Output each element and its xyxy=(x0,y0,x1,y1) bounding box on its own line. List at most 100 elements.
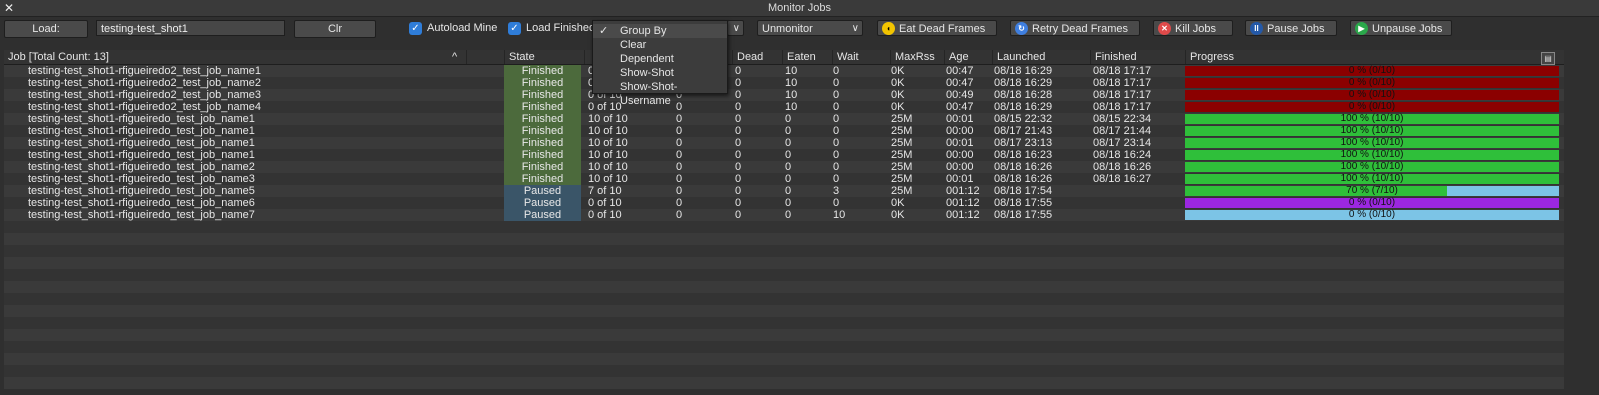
empty-table-row xyxy=(4,269,1564,281)
table-row[interactable]: testing-test_shot1-rfigueiredo_test_job_… xyxy=(4,173,1564,185)
job-done-cell: 10 of 10 xyxy=(588,173,628,185)
table-row[interactable]: testing-test_shot1-rfigueiredo_test_job_… xyxy=(4,197,1564,209)
job-name-cell: testing-test_shot1-rfigueiredo2_test_job… xyxy=(28,101,261,113)
job-eaten-cell: 0 xyxy=(785,113,792,125)
load-finished-checkbox[interactable]: ✓ xyxy=(508,22,521,35)
job-wait-cell: 10 xyxy=(833,209,846,221)
column-header-eaten[interactable]: Eaten xyxy=(782,50,832,64)
job-maxrss-cell: 25M xyxy=(891,113,913,125)
kill-jobs-button[interactable]: ✕ Kill Jobs xyxy=(1153,20,1233,36)
dropdown-item-show-shot-username[interactable]: Show-Shot-Username xyxy=(593,80,727,107)
job-name-cell: testing-test_shot1-rfigueiredo_test_job_… xyxy=(28,113,255,125)
column-header-wait[interactable]: Wait xyxy=(832,50,890,64)
pause-jobs-button[interactable]: II Pause Jobs xyxy=(1245,20,1337,36)
column-header-state[interactable]: State xyxy=(504,50,584,64)
column-header-finished-label: Finished xyxy=(1095,51,1137,63)
table-row[interactable]: testing-test_shot1-rfigueiredo_test_job_… xyxy=(4,185,1564,197)
table-row[interactable]: testing-test_shot1-rfigueiredo2_test_job… xyxy=(4,77,1564,89)
unmonitor-combo[interactable]: Unmonitor ∨ xyxy=(757,20,863,36)
empty-table-row xyxy=(4,329,1564,341)
job-progress-bar: 0 % (0/10) xyxy=(1185,198,1559,208)
job-done-cell: 10 of 10 xyxy=(588,161,628,173)
job-maxrss-cell: 0K xyxy=(891,77,905,89)
job-launched-cell: 08/18 16:29 xyxy=(994,101,1053,113)
unpause-jobs-label: Unpause Jobs xyxy=(1372,23,1443,35)
table-row[interactable]: testing-test_shot1-rfigueiredo_test_job_… xyxy=(4,149,1564,161)
job-wait-cell: 0 xyxy=(833,125,840,137)
column-header-job-label: Job [Total Count: 13] xyxy=(8,51,109,63)
job-eaten-cell: 10 xyxy=(785,101,798,113)
table-row[interactable]: testing-test_shot1-rfigueiredo_test_job_… xyxy=(4,209,1564,221)
job-maxrss-cell: 0K xyxy=(891,101,905,113)
column-header-job[interactable]: Job [Total Count: 13] ^ xyxy=(4,50,466,64)
job-wait-cell: 0 xyxy=(833,65,840,77)
dropdown-item-show-shot[interactable]: Show-Shot xyxy=(593,66,727,80)
dropdown-item-group-by[interactable]: ✓ Group By xyxy=(593,24,727,38)
job-wait-cell: 0 xyxy=(833,89,840,101)
dropdown-item-clear[interactable]: Clear xyxy=(593,38,727,52)
job-state-badge: Finished xyxy=(504,113,581,125)
job-dead-cell: 0 xyxy=(735,101,742,113)
job-age-cell: 00:01 xyxy=(946,173,974,185)
table-row[interactable]: testing-test_shot1-rfigueiredo_test_job_… xyxy=(4,125,1564,137)
job-maxrss-cell: 0K xyxy=(891,209,905,221)
unpause-jobs-button[interactable]: ▶ Unpause Jobs xyxy=(1350,20,1452,36)
job-search-input[interactable]: testing-test_shot1 xyxy=(96,20,285,36)
job-age-cell: 001:12 xyxy=(946,197,980,209)
job-state-badge: Finished xyxy=(504,65,581,77)
empty-table-row xyxy=(4,293,1564,305)
job-age-cell: 00:47 xyxy=(946,65,974,77)
column-header-dead[interactable]: Dead xyxy=(732,50,782,64)
job-maxrss-cell: 25M xyxy=(891,125,913,137)
column-header-maxrss[interactable]: MaxRss xyxy=(890,50,944,64)
table-row[interactable]: testing-test_shot1-rfigueiredo_test_job_… xyxy=(4,137,1564,149)
column-header-launched[interactable]: Launched xyxy=(992,50,1090,64)
column-header-age[interactable]: Age xyxy=(944,50,992,64)
column-header-eaten-label: Eaten xyxy=(787,51,816,63)
job-done-cell: 0 of 10 xyxy=(588,197,622,209)
job-progress-text: 100 % (10/10) xyxy=(1340,149,1404,160)
job-running-cell: 0 xyxy=(676,185,683,197)
job-launched-cell: 08/18 16:26 xyxy=(994,173,1053,185)
job-finished-cell: 08/18 16:26 xyxy=(1093,161,1152,173)
retry-dead-frames-button[interactable]: ↻ Retry Dead Frames xyxy=(1010,20,1140,36)
close-icon[interactable]: ✕ xyxy=(4,0,14,16)
unmonitor-label: Unmonitor xyxy=(762,23,813,35)
table-row[interactable]: testing-test_shot1-rfigueiredo2_test_job… xyxy=(4,101,1564,113)
column-header-progress[interactable]: Progress xyxy=(1185,50,1564,64)
job-dead-cell: 0 xyxy=(735,197,742,209)
column-settings-icon[interactable]: ▤ xyxy=(1541,52,1555,65)
job-finished-cell: 08/15 22:34 xyxy=(1093,113,1152,125)
table-row[interactable]: testing-test_shot1-rfigueiredo2_test_job… xyxy=(4,65,1564,77)
clear-button[interactable]: Clr xyxy=(294,20,376,38)
job-wait-cell: 0 xyxy=(833,149,840,161)
table-row[interactable]: testing-test_shot1-rfigueiredo2_test_job… xyxy=(4,89,1564,101)
table-row[interactable]: testing-test_shot1-rfigueiredo_test_job_… xyxy=(4,161,1564,173)
job-maxrss-cell: 0K xyxy=(891,65,905,77)
eat-dead-frames-button[interactable]: ◖ Eat Dead Frames xyxy=(877,20,997,36)
job-progress-text: 100 % (10/10) xyxy=(1340,137,1404,148)
dropdown-item-label: Group By xyxy=(620,25,667,37)
job-launched-cell: 08/18 16:28 xyxy=(994,89,1053,101)
job-finished-cell: 08/17 21:44 xyxy=(1093,125,1152,137)
column-header-blank[interactable] xyxy=(466,50,486,64)
job-dead-cell: 0 xyxy=(735,137,742,149)
job-dead-cell: 0 xyxy=(735,209,742,221)
job-maxrss-cell: 25M xyxy=(891,149,913,161)
job-eaten-cell: 0 xyxy=(785,185,792,197)
column-header-finished[interactable]: Finished xyxy=(1090,50,1185,64)
job-dead-cell: 0 xyxy=(735,77,742,89)
table-row[interactable]: testing-test_shot1-rfigueiredo_test_job_… xyxy=(4,113,1564,125)
job-progress-bar: 100 % (10/10) xyxy=(1185,114,1559,124)
job-launched-cell: 08/18 16:29 xyxy=(994,65,1053,77)
job-running-cell: 0 xyxy=(676,173,683,185)
empty-table-row xyxy=(4,353,1564,365)
job-launched-cell: 08/18 17:55 xyxy=(994,197,1053,209)
job-progress-text: 100 % (10/10) xyxy=(1340,113,1404,124)
eat-dead-frames-label: Eat Dead Frames xyxy=(899,23,986,35)
group-by-combo-arrow[interactable]: ∨ xyxy=(727,20,744,36)
dropdown-item-dependent[interactable]: Dependent xyxy=(593,52,727,66)
load-button[interactable]: Load: xyxy=(4,20,88,38)
job-age-cell: 00:01 xyxy=(946,137,974,149)
autoload-mine-checkbox[interactable]: ✓ xyxy=(409,22,422,35)
